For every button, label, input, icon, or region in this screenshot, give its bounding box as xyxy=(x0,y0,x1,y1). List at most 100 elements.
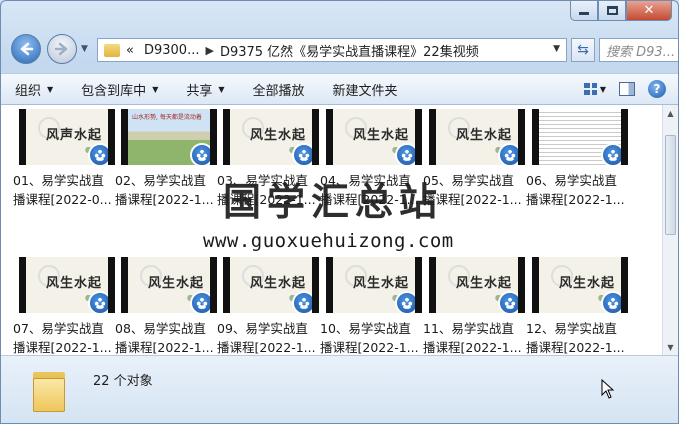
change-view-button[interactable]: ▼ xyxy=(584,79,606,99)
refresh-button[interactable]: ⇆ xyxy=(571,38,595,62)
video-thumbnail xyxy=(532,109,628,165)
file-name-line1: 12、易学实战直 xyxy=(526,321,617,336)
file-item[interactable]: 山水形勢, 每天都是流动着 02、易学实战直 播课程[2022-1... xyxy=(115,109,219,209)
close-button[interactable]: ✕ xyxy=(626,1,672,21)
thumbnail-title: 风生水起 xyxy=(250,276,307,291)
video-thumbnail: 风声水起 xyxy=(19,109,115,165)
thumbnail-title: 风生水起 xyxy=(148,276,205,291)
thumbnail-title: 风生水起 xyxy=(46,276,103,291)
file-name: 10、易学实战直 播课程[2022-1... xyxy=(320,319,426,355)
close-icon: ✕ xyxy=(643,3,655,18)
preview-pane-icon xyxy=(619,82,635,96)
file-item[interactable]: 风生水起 11、易学实战直 播课程[2022-1... xyxy=(423,257,527,355)
search-placeholder: 搜索 D93... xyxy=(606,44,676,60)
media-player-icon xyxy=(395,291,415,313)
scrollbar-thumb[interactable] xyxy=(665,135,676,235)
breadcrumb-separator-icon[interactable]: ▶ xyxy=(205,44,213,57)
file-name-line2: 播课程[2022-0... xyxy=(13,192,112,207)
file-item[interactable]: 风声水起 01、易学实战直 播课程[2022-0... xyxy=(13,109,117,209)
video-thumbnail: 风生水起 xyxy=(532,257,628,313)
address-bar[interactable]: « D9300... ▶ D9375 亿然《易学实战直播课程》22集视频 ▼ xyxy=(97,38,567,62)
minimize-button[interactable] xyxy=(570,1,598,21)
arrow-left-icon xyxy=(20,42,34,56)
file-name-line1: 09、易学实战直 xyxy=(217,321,308,336)
file-name-line2: 播课程[2022-1... xyxy=(526,340,625,355)
maximize-icon xyxy=(606,6,618,15)
video-thumbnail: 山水形勢, 每天都是流动着 xyxy=(121,109,217,165)
thumbnail-title: 风生水起 xyxy=(456,128,513,143)
address-dropdown-icon[interactable]: ▼ xyxy=(553,44,560,54)
file-name: 12、易学实战直 播课程[2022-1... xyxy=(526,319,632,355)
new-folder-button[interactable]: 新建文件夹 xyxy=(333,80,398,99)
arrow-right-icon xyxy=(54,42,68,56)
file-name-line1: 08、易学实战直 xyxy=(115,321,206,336)
scroll-down-button[interactable]: ▼ xyxy=(663,339,678,355)
file-item[interactable]: 风生水起 09、易学实战直 播课程[2022-1... xyxy=(217,257,321,355)
play-all-label: 全部播放 xyxy=(252,83,305,99)
maximize-button[interactable] xyxy=(598,1,626,21)
folder-large-icon xyxy=(33,368,65,412)
media-player-icon xyxy=(88,143,108,165)
file-item[interactable]: 风生水起 12、易学实战直 播课程[2022-1... xyxy=(526,257,630,355)
file-name-line1: 06、易学实战直 xyxy=(526,173,617,188)
file-name: 07、易学实战直 播课程[2022-1... xyxy=(13,319,119,355)
video-thumbnail: 风生水起 xyxy=(429,109,525,165)
chevron-down-icon: ▼ xyxy=(47,84,54,94)
help-button[interactable]: ? xyxy=(648,80,666,98)
breadcrumb-current[interactable]: D9375 亿然《易学实战直播课程》22集视频 xyxy=(220,41,479,60)
video-thumbnail: 风生水起 xyxy=(429,257,525,313)
breadcrumb-parent[interactable]: D9300... xyxy=(144,43,200,58)
video-thumbnail: 风生水起 xyxy=(19,257,115,313)
file-name-line1: 11、易学实战直 xyxy=(423,321,514,336)
help-icon: ? xyxy=(653,82,661,96)
back-button[interactable] xyxy=(11,34,41,64)
mouse-cursor-icon xyxy=(601,379,615,399)
file-item[interactable]: 风生水起 08、易学实战直 播课程[2022-1... xyxy=(115,257,219,355)
include-library-button[interactable]: 包含到库中 ▼ xyxy=(81,80,158,99)
refresh-icon: ⇆ xyxy=(577,42,589,58)
video-thumbnail: 风生水起 xyxy=(223,109,319,165)
file-name-line1: 01、易学实战直 xyxy=(13,173,104,188)
file-item[interactable]: 风生水起 10、易学实战直 播课程[2022-1... xyxy=(320,257,424,355)
file-name-line2: 播课程[2022-1... xyxy=(320,340,419,355)
file-name: 06、易学实战直 播课程[2022-1... xyxy=(526,171,632,209)
media-player-icon xyxy=(292,143,312,165)
folder-icon xyxy=(104,43,120,57)
search-input[interactable]: 搜索 D93... xyxy=(599,38,678,62)
media-player-icon xyxy=(292,291,312,313)
chevron-down-icon: ▼ xyxy=(599,84,606,94)
media-player-icon xyxy=(395,143,415,165)
address-chevrons[interactable]: « xyxy=(126,43,134,58)
chevron-down-icon: ▼ xyxy=(218,84,225,94)
share-button[interactable]: 共享 ▼ xyxy=(186,80,224,99)
play-all-button[interactable]: 全部播放 xyxy=(253,80,305,99)
view-grid-icon xyxy=(584,83,597,95)
watermark-url: www.guoxuehuizong.com xyxy=(203,230,454,252)
navigation-row: ▼ « D9300... ▶ D9375 亿然《易学实战直播课程》22集视频 ▼… xyxy=(9,31,678,69)
file-item[interactable]: 风生水起 07、易学实战直 播课程[2022-1... xyxy=(13,257,117,355)
caption-buttons: ✕ xyxy=(570,1,672,21)
recent-pages-dropdown[interactable]: ▼ xyxy=(81,44,91,54)
scroll-up-button[interactable]: ▲ xyxy=(663,105,678,121)
thumbnail-title: 山水形勢, 每天都是流动着 xyxy=(132,114,202,121)
vertical-scrollbar[interactable]: ▲ ▼ xyxy=(662,105,678,355)
video-thumbnail: 风生水起 xyxy=(326,109,422,165)
file-name-line2: 播课程[2022-1... xyxy=(423,340,522,355)
video-thumbnail: 风生水起 xyxy=(326,257,422,313)
preview-pane-button[interactable] xyxy=(616,79,638,99)
media-player-icon xyxy=(190,291,210,313)
media-player-icon xyxy=(190,143,210,165)
file-item[interactable]: 06、易学实战直 播课程[2022-1... xyxy=(526,109,630,209)
explorer-window: ✕ ▼ « D9300... ▶ D9375 亿然《易学实战直播课程》22集视频… xyxy=(0,0,679,424)
share-label: 共享 xyxy=(186,83,213,99)
media-player-icon xyxy=(88,291,108,313)
thumbnail-title: 风生水起 xyxy=(353,128,410,143)
forward-button[interactable] xyxy=(47,34,77,64)
file-name: 08、易学实战直 播课程[2022-1... xyxy=(115,319,221,355)
media-player-icon xyxy=(498,291,518,313)
thumbnail-title: 风生水起 xyxy=(250,128,307,143)
organize-button[interactable]: 组织 ▼ xyxy=(15,80,53,99)
item-count: 22 个对象 xyxy=(93,374,153,389)
file-name: 11、易学实战直 播课程[2022-1... xyxy=(423,319,529,355)
thumbnail-title: 风声水起 xyxy=(46,128,103,143)
